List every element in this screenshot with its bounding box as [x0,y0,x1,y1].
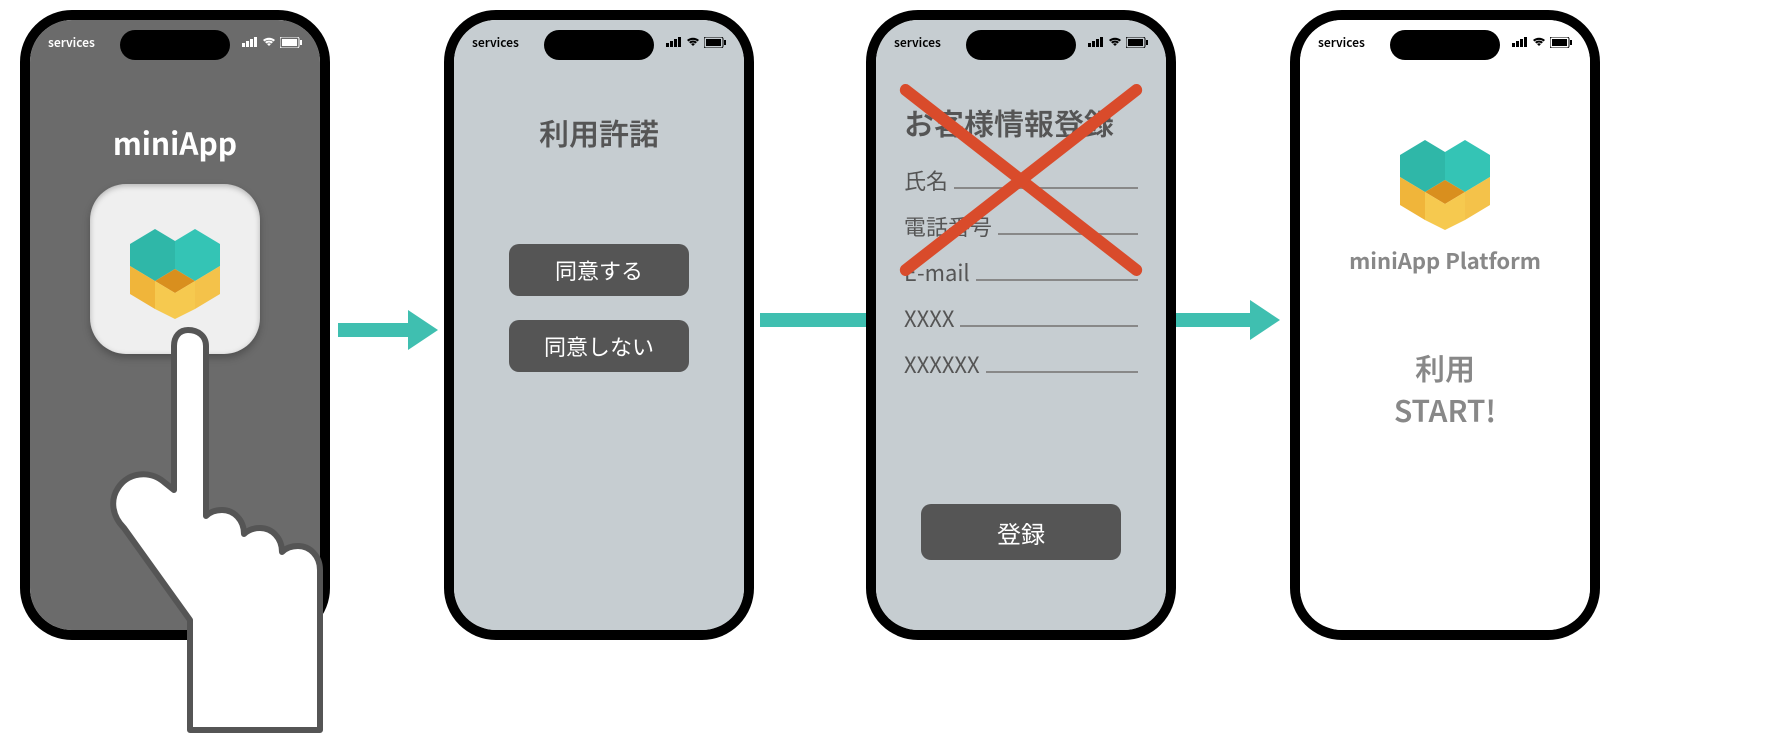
phone-notch [1390,30,1500,60]
field-name[interactable]: 氏名 [904,164,1138,196]
status-icons [666,37,726,48]
screen-miniapp: services miniApp [30,20,320,630]
arrow-1-to-2 [338,300,438,360]
platform-brand: miniApp Platform [1349,244,1541,276]
screen-license: services 利用許諾 同意する 同意しない [454,20,744,630]
miniapp-logo-icon [120,219,230,319]
status-carrier: services [48,34,95,51]
screen-register: services お客様情報登録 氏名 電話番号 E-mail XXXX XXX… [876,20,1166,630]
phone-3: services お客様情報登録 氏名 電話番号 E-mail XXXX XXX… [866,10,1176,640]
miniapp-tile[interactable] [90,184,260,354]
disagree-button[interactable]: 同意しない [509,320,689,372]
phone-notch [544,30,654,60]
phone-2: services 利用許諾 同意する 同意しない [444,10,754,640]
register-button[interactable]: 登録 [921,504,1121,560]
field-phone[interactable]: 電話番号 [904,210,1138,242]
phone-notch [120,30,230,60]
screen-start: services mi [1300,20,1590,630]
status-icons [1088,37,1148,48]
miniapp-title: miniApp [30,120,320,164]
status-carrier: services [1318,34,1365,51]
status-carrier: services [894,34,941,51]
phone-notch [966,30,1076,60]
field-email[interactable]: E-mail [904,256,1138,288]
license-heading: 利用許諾 [454,110,744,154]
flow-diagram: services miniApp [0,0,1782,751]
start-text: 利用 START! [1300,346,1590,430]
phone-4: services mi [1290,10,1600,640]
phone-1: services miniApp [20,10,330,640]
register-heading: お客様情報登録 [876,100,1166,144]
field-xxxxxx[interactable]: XXXXXX [904,348,1138,380]
status-icons [1512,37,1572,48]
agree-button[interactable]: 同意する [509,244,689,296]
status-carrier: services [472,34,519,51]
field-xxxx[interactable]: XXXX [904,302,1138,334]
status-icons [242,37,302,48]
platform-logo-icon [1390,130,1500,230]
register-form: 氏名 電話番号 E-mail XXXX XXXXXX [876,164,1166,380]
